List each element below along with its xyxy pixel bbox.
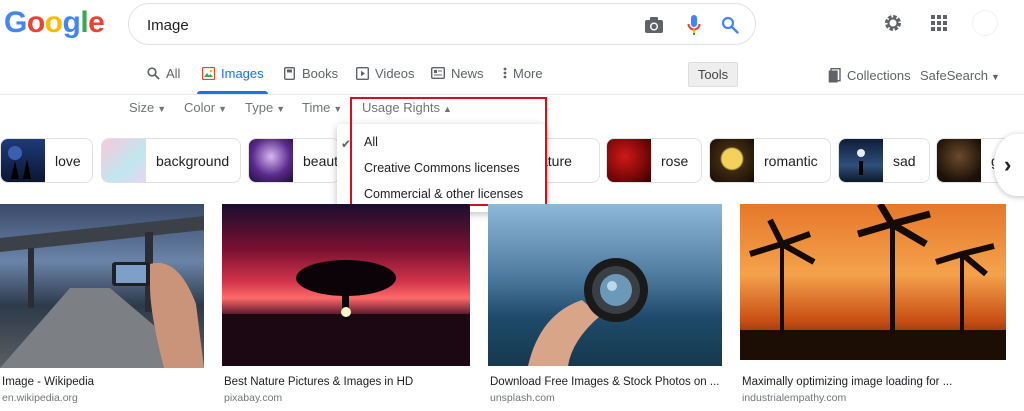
chip-thumbnail — [607, 139, 651, 182]
filter-label: Time — [302, 100, 331, 115]
more-vert-icon — [502, 66, 508, 80]
result-image[interactable] — [0, 204, 204, 368]
filter-type[interactable]: Type ▼ — [245, 100, 285, 115]
tab-label: News — [451, 66, 484, 81]
news-icon — [431, 66, 445, 80]
result-image[interactable] — [740, 202, 1006, 360]
chip-label: romantic — [764, 152, 818, 169]
avatar[interactable] — [972, 10, 998, 36]
chip-thumbnail — [249, 139, 293, 182]
result-source: unsplash.com — [490, 392, 555, 404]
play-icon — [355, 66, 369, 80]
tab-news[interactable]: News — [431, 66, 484, 94]
chip-rose[interactable]: rose — [606, 138, 702, 183]
collections-link[interactable]: Collections — [828, 68, 911, 83]
collections-label: Collections — [847, 68, 911, 83]
safesearch-label: SafeSearch — [920, 68, 988, 83]
logo-letter: o — [44, 6, 63, 39]
tab-images[interactable]: Images — [197, 66, 268, 94]
gear-icon[interactable] — [882, 12, 904, 34]
caret-down-icon: ▼ — [218, 104, 227, 114]
result-title[interactable]: Download Free Images & Stock Photos on .… — [490, 376, 719, 388]
search-icon[interactable] — [719, 14, 741, 36]
tools-button[interactable]: Tools — [688, 62, 738, 87]
chip-thumbnail — [710, 139, 754, 182]
tab-books[interactable]: Books — [282, 66, 338, 94]
logo-letter: l — [80, 6, 89, 39]
bookmark-stack-icon — [828, 68, 841, 83]
result-source: en.wikipedia.org — [2, 392, 78, 404]
image-icon — [201, 66, 215, 80]
book-icon — [282, 66, 296, 80]
chip-thumbnail — [1, 139, 45, 182]
result-title[interactable]: Maximally optimizing image loading for .… — [742, 376, 952, 388]
result-title[interactable]: Best Nature Pictures & Images in HD — [224, 376, 413, 388]
tabs-divider — [0, 94, 1024, 95]
chip-thumbnail — [102, 139, 146, 182]
chip-label: love — [55, 152, 81, 169]
tab-label: Books — [302, 66, 339, 81]
tab-label: All — [166, 66, 181, 81]
chip-thumbnail — [839, 139, 883, 182]
tab-label: More — [513, 66, 543, 81]
filter-label: Color — [184, 100, 216, 115]
tab-label: Images — [221, 66, 264, 81]
caret-down-icon: ▼ — [333, 104, 343, 114]
chip-love[interactable]: love — [0, 138, 93, 183]
chip-romantic[interactable]: romantic — [709, 138, 831, 183]
highlight-annotation — [350, 97, 547, 206]
microphone-icon[interactable] — [683, 14, 705, 36]
camera-icon[interactable] — [643, 14, 665, 36]
search-input[interactable] — [147, 14, 627, 36]
safesearch-toggle[interactable]: SafeSearch ▼ — [920, 68, 1000, 83]
tab-videos[interactable]: Videos — [355, 66, 415, 94]
filter-label: Size — [129, 100, 155, 115]
result-title[interactable]: Image - Wikipedia — [2, 376, 94, 388]
tab-label: Videos — [375, 66, 415, 81]
chip-label: rose — [661, 152, 689, 169]
result-source: pixabay.com — [224, 392, 283, 404]
logo-letter: o — [26, 6, 45, 39]
logo-letter: g — [62, 6, 81, 39]
result-image[interactable] — [222, 204, 470, 366]
chip-label: sad — [893, 152, 916, 169]
chip-label: background — [156, 152, 230, 169]
google-logo[interactable]: Google — [4, 6, 105, 40]
search-box[interactable] — [128, 3, 756, 45]
chip-sad[interactable]: sad — [838, 138, 930, 183]
chip-beautiful[interactable]: beaut — [248, 138, 340, 183]
result-source: industrialempathy.com — [742, 392, 847, 404]
result-image[interactable] — [488, 204, 722, 366]
filter-size[interactable]: Size ▼ — [129, 100, 166, 115]
logo-letter: G — [4, 6, 27, 39]
tab-all[interactable]: All — [146, 66, 180, 94]
logo-letter: e — [88, 6, 105, 39]
filter-color[interactable]: Color ▼ — [184, 100, 227, 115]
filter-label: Type — [245, 100, 274, 115]
tab-more[interactable]: More — [502, 66, 543, 94]
apps-grid-icon[interactable] — [928, 12, 950, 34]
chip-label: beaut — [303, 152, 339, 169]
caret-down-icon: ▼ — [276, 104, 286, 114]
search-icon — [146, 66, 160, 80]
chip-background[interactable]: background — [101, 138, 241, 183]
filter-time[interactable]: Time ▼ — [302, 100, 342, 115]
caret-down-icon: ▼ — [990, 72, 1000, 82]
caret-down-icon: ▼ — [157, 104, 167, 114]
chip-thumbnail — [937, 139, 981, 182]
